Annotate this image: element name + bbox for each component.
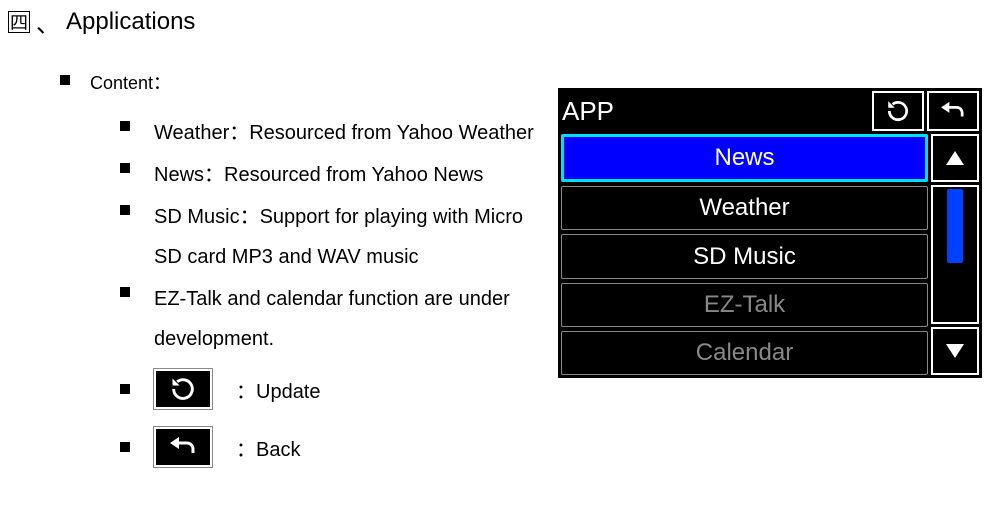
refresh-icon xyxy=(885,98,911,124)
scroll-up-button[interactable] xyxy=(931,134,979,182)
menu-item-weather[interactable]: Weather xyxy=(561,186,928,230)
menu-label: Weather xyxy=(699,194,789,222)
scroll-down-button[interactable] xyxy=(931,327,979,375)
bullet xyxy=(120,163,130,173)
menu-list: News Weather SD Music EZ-Talk Calendar xyxy=(561,134,928,375)
item-text: Weather：Resourced from Yahoo Weather xyxy=(154,113,534,153)
menu-label: EZ-Talk xyxy=(704,291,785,319)
triangle-down-icon xyxy=(945,343,965,359)
device-header: APP xyxy=(558,88,982,134)
menu-item-eztalk[interactable]: EZ-Talk xyxy=(561,283,928,327)
menu-label: Calendar xyxy=(696,339,793,367)
item-text: EZ-Talk and calendar function are under … xyxy=(154,279,534,359)
section-number-box: 四 xyxy=(8,11,30,33)
back-button[interactable] xyxy=(927,91,979,131)
bullet xyxy=(120,384,130,394)
refresh-icon xyxy=(154,369,212,409)
icon-label: ：Update xyxy=(236,375,321,404)
device-screenshot: APP News Weather SD Music EZ-Talk Calend… xyxy=(558,88,982,378)
menu-item-calendar[interactable]: Calendar xyxy=(561,331,928,375)
scrollbar-thumb[interactable] xyxy=(947,189,963,263)
list-item: ：Back xyxy=(120,427,998,467)
icon-label: ：Back xyxy=(236,433,300,462)
back-icon xyxy=(154,427,212,467)
back-icon xyxy=(938,100,968,122)
bullet xyxy=(120,442,130,452)
section-heading: 四 四 、 Applications xyxy=(8,4,998,39)
item-text: SD Music：Support for playing with Micro … xyxy=(154,197,534,277)
menu-item-news[interactable]: News xyxy=(561,134,928,182)
menu-label: News xyxy=(714,144,774,172)
bullet xyxy=(120,121,130,131)
item-text: News：Resourced from Yahoo News xyxy=(154,155,483,195)
scrollbar-track[interactable] xyxy=(931,185,979,324)
bullet xyxy=(60,75,70,85)
menu-item-sdmusic[interactable]: SD Music xyxy=(561,234,928,278)
section-title-text: Applications xyxy=(66,8,195,36)
bullet xyxy=(120,205,130,215)
bullet xyxy=(120,287,130,297)
triangle-up-icon xyxy=(945,150,965,166)
section-sep: 、 xyxy=(36,4,60,39)
refresh-button[interactable] xyxy=(872,91,924,131)
content-label: Content： xyxy=(90,69,171,95)
menu-label: SD Music xyxy=(693,243,796,271)
app-title: APP xyxy=(562,96,872,127)
